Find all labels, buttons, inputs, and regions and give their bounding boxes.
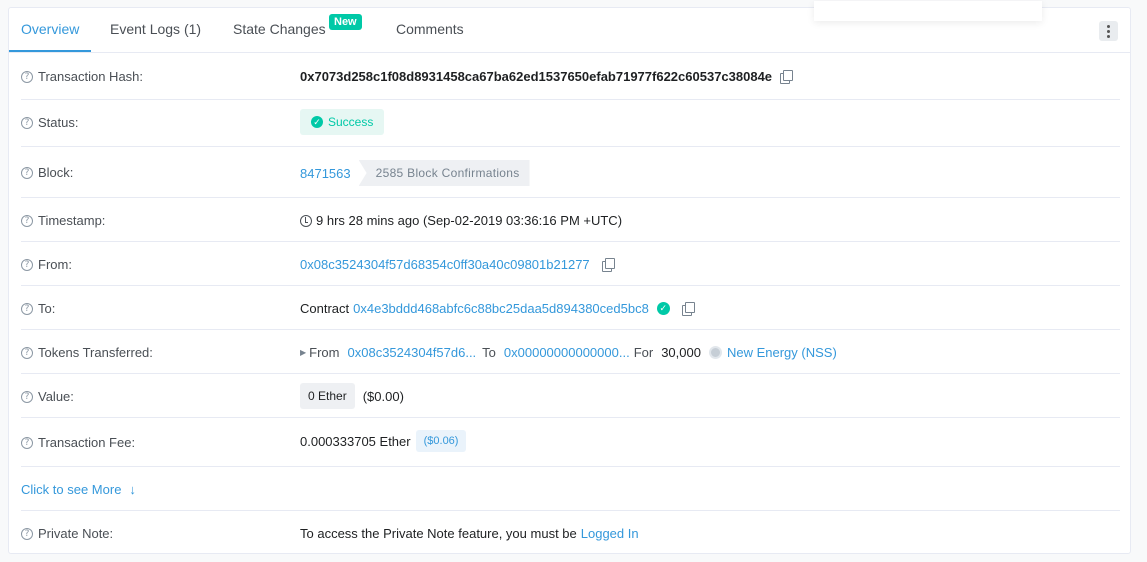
question-icon[interactable]: ? (21, 390, 33, 403)
to-contract-address-link[interactable]: 0x4e3bddd468abfc6c88bc25daa5d894380ced5b… (353, 301, 649, 316)
label-from: From: (38, 257, 72, 272)
fee-usd-badge: ($0.06) (415, 430, 467, 452)
row-label: ? From: (21, 257, 72, 272)
copy-icon[interactable] (601, 258, 615, 272)
tab-bar: Overview Event Logs (1) State Changes Ne… (9, 8, 1130, 53)
label-status: Status: (38, 115, 79, 130)
question-icon[interactable]: ? (21, 436, 33, 449)
row-value: 9 hrs 28 mins ago (Sep-02-2019 03:36:16 … (300, 213, 622, 228)
row-label: ? Timestamp: (21, 213, 105, 228)
usd-value: ($0.00) (362, 388, 404, 404)
label-transaction-fee: Transaction Fee: (38, 435, 136, 450)
row-label: ? Status: (21, 115, 78, 130)
arrow-down-icon: ↓ (129, 482, 136, 497)
row-transaction-fee: ? Transaction Fee: 0.000333705 Ether ($0… (21, 418, 1120, 467)
question-icon[interactable]: ? (21, 70, 33, 83)
tab-state-changes[interactable]: State Changes (233, 21, 326, 37)
tab-event-logs[interactable]: Event Logs (1) (110, 21, 201, 37)
label-timestamp: Timestamp: (38, 213, 106, 228)
row-label: ? Private Note: (21, 526, 113, 541)
row-value-ether: ? Value: 0 Ether ($0.00) (21, 374, 1120, 418)
token-amount: 30,000 (661, 345, 701, 360)
from-address-link[interactable]: 0x08c3524304f57d68354c0ff30a40c09801b212… (300, 257, 590, 272)
row-see-more: Click to see More ↓ (21, 467, 1120, 511)
question-icon[interactable]: ? (21, 258, 33, 271)
tab-overview[interactable]: Overview (21, 21, 79, 37)
row-from: ? From: 0x08c3524304f57d68354c0ff30a40c0… (21, 242, 1120, 286)
dot-icon (1107, 24, 1110, 28)
caret-right-icon: ▶ (300, 348, 307, 357)
row-value: 0x08c3524304f57d68354c0ff30a40c09801b212… (300, 257, 615, 272)
private-note-text: To access the Private Note feature, you … (300, 526, 577, 541)
row-label: ? To: (21, 301, 55, 316)
label-to: To: (38, 301, 56, 316)
row-block: ? Block: 8471563 2585 Block Confirmation… (21, 147, 1120, 198)
row-timestamp: ? Timestamp: 9 hrs 28 mins ago (Sep-02-2… (21, 198, 1120, 242)
row-label: ? Transaction Hash: (21, 69, 143, 84)
active-tab-indicator (9, 50, 91, 52)
status-text: Success (328, 115, 374, 129)
question-icon[interactable]: ? (21, 527, 33, 540)
row-value: 0x7073d258c1f08d8931458ca67ba62ed1537650… (300, 69, 794, 84)
login-link[interactable]: Logged In (581, 526, 639, 541)
token-for-label: For (633, 345, 654, 360)
label-tokens-transferred: Tokens Transferred: (38, 345, 153, 360)
see-more-text: Click to see More (21, 482, 122, 497)
see-more-link[interactable]: Click to see More ↓ (21, 482, 136, 497)
token-name-link[interactable]: New Energy (NSS) (727, 345, 837, 360)
row-private-note: ? Private Note: To access the Private No… (21, 511, 1120, 554)
row-label: ? Block: (21, 165, 73, 180)
new-badge: New (329, 14, 362, 30)
fee-ether-value: 0.000333705 Ether (300, 433, 411, 449)
clock-icon (300, 214, 312, 227)
verified-check-icon: ✓ (656, 302, 670, 315)
row-label: ? Transaction Fee: (21, 435, 135, 450)
question-icon[interactable]: ? (21, 214, 33, 227)
row-value: 0.000333705 Ether ($0.06) (300, 430, 467, 452)
row-tokens-transferred: ? Tokens Transferred: ▶ From 0x08c352430… (21, 330, 1120, 374)
row-value: Contract 0x4e3bddd468abfc6c88bc25daa5d89… (300, 301, 695, 316)
label-private-note: Private Note: (38, 526, 114, 541)
question-icon[interactable]: ? (21, 302, 33, 315)
row-value: To access the Private Note feature, you … (300, 526, 639, 541)
question-icon[interactable]: ? (21, 116, 33, 129)
transaction-hash-value: 0x7073d258c1f08d8931458ca67ba62ed1537650… (300, 69, 773, 84)
token-from-address-link[interactable]: 0x08c3524304f57d6... (348, 345, 477, 360)
question-icon[interactable]: ? (21, 346, 33, 359)
row-value: 8471563 2585 Block Confirmations (300, 160, 530, 186)
transaction-details-card: Overview Event Logs (1) State Changes Ne… (8, 1, 1131, 554)
dot-icon (1107, 34, 1110, 38)
ether-value-badge: 0 Ether (300, 383, 355, 409)
check-circle-icon: ✓ (311, 116, 323, 128)
copy-icon[interactable] (780, 70, 794, 84)
dot-icon (1107, 29, 1110, 33)
row-label: ? Value: (21, 389, 74, 404)
row-value: 0 Ether ($0.00) (300, 383, 404, 409)
token-to-address-link[interactable]: 0x00000000000000... (504, 345, 630, 360)
contract-prefix: Contract (300, 301, 350, 316)
block-confirmations-badge: 2585 Block Confirmations (358, 160, 530, 186)
tab-comments[interactable]: Comments (396, 21, 464, 37)
timestamp-value: 9 hrs 28 mins ago (Sep-02-2019 03:36:16 … (316, 213, 623, 228)
label-transaction-hash: Transaction Hash: (38, 69, 144, 84)
token-to-label: To (482, 345, 496, 360)
row-value: ▶ From 0x08c3524304f57d6... To 0x0000000… (300, 345, 837, 360)
token-from-label: From (309, 345, 340, 360)
label-block: Block: (38, 165, 74, 180)
row-label: ? Tokens Transferred: (21, 345, 153, 360)
token-logo-icon (708, 346, 722, 359)
row-transaction-hash: ? Transaction Hash: 0x7073d258c1f08d8931… (21, 53, 1120, 100)
question-icon[interactable]: ? (21, 166, 33, 179)
block-number-link[interactable]: 8471563 (300, 166, 351, 181)
more-options-button[interactable] (1099, 21, 1118, 41)
row-to: ? To: Contract 0x4e3bddd468abfc6c88bc25d… (21, 286, 1120, 330)
row-status: ? Status: ✓ Success (21, 100, 1120, 147)
status-badge: ✓ Success (300, 109, 385, 135)
row-value: ✓ Success (300, 109, 385, 135)
copy-icon[interactable] (681, 302, 695, 316)
label-value: Value: (38, 389, 74, 404)
